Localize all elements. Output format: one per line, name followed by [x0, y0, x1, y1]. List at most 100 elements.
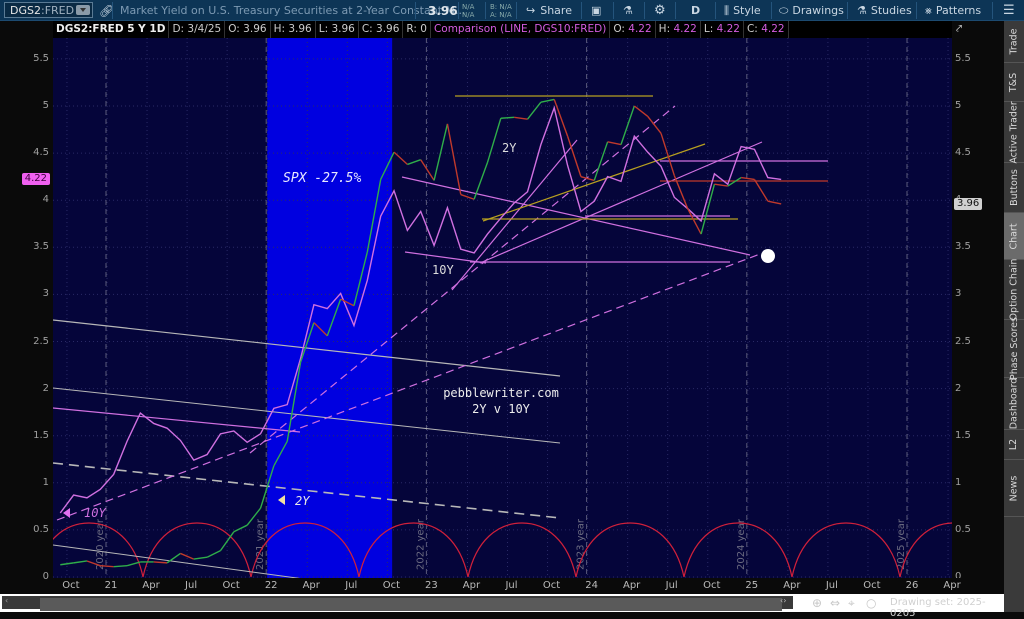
sidebar-tab-active-trader[interactable]: Active Trader: [1004, 100, 1024, 164]
left-axis-tick: 4: [42, 194, 49, 206]
sidebar-tab-chart[interactable]: Chart: [1004, 213, 1024, 260]
chart-background: [53, 38, 952, 578]
sidebar-tab-label: Dashboard: [1008, 377, 1020, 430]
cmp-open: O: 4.22: [610, 21, 656, 38]
right-axis-tick: 3.5: [955, 241, 971, 253]
circle-icon[interactable]: ○: [866, 596, 876, 610]
sidebar-tab-phase-scores[interactable]: Phase Scores: [1004, 317, 1024, 380]
year-label: 2025 year: [896, 518, 907, 570]
last-price-badge: 3.96: [954, 197, 983, 210]
comparison-price-badge: 4.22: [21, 173, 50, 186]
sidebar-tab-label: Active Trader: [1008, 100, 1020, 164]
price-chart[interactable]: 2020 year 2021 year 2022 year 2023 year 2024…: [53, 38, 952, 578]
right-axis-tick: 4.5: [955, 147, 971, 159]
time-axis-tick: Apr: [943, 580, 961, 591]
cmp-low: L: 4.22: [701, 21, 744, 38]
sidebar-tab-label: Option Chain: [1008, 258, 1020, 321]
left-axis-tick: 5.5: [33, 52, 49, 64]
cmp-open-value: 4.22: [628, 23, 652, 35]
left-axis-tick: 5: [42, 100, 49, 111]
drawings-label: Drawings: [792, 4, 844, 17]
menu-icon[interactable]: ☰: [1003, 0, 1015, 21]
right-axis-tick: 5.5: [955, 52, 971, 64]
share-button[interactable]: ↪ Share: [526, 0, 572, 21]
net-change: N/A N/A: [462, 0, 474, 21]
gear-icon[interactable]: ⚙: [654, 0, 666, 21]
subtitle-annotation[interactable]: 2Y v 10Y: [472, 402, 531, 416]
cmp-high-value: 4.22: [673, 23, 697, 35]
scroll-left-icon[interactable]: ‹: [5, 596, 8, 605]
spx-annotation[interactable]: SPX -27.5%: [283, 171, 361, 186]
chart-info-line: DGS2:FRED 5 Y 1D D: 3/4/25 O: 3.96 H: 3.…: [53, 21, 952, 38]
label-10y[interactable]: 10Y: [432, 263, 454, 277]
scroll-right-icon[interactable]: ‹›: [780, 596, 786, 605]
bar-open: O: 3.96: [225, 21, 271, 38]
collapse-icon[interactable]: ⤤: [956, 22, 962, 36]
symbol-selector[interactable]: DGS2:FRED: [4, 2, 93, 18]
right-axis-tick: 5: [955, 100, 962, 111]
bar-high: H: 3.96: [271, 21, 316, 38]
site-annotation[interactable]: pebblewriter.com: [443, 386, 559, 400]
zoom-icon[interactable]: ⊕: [812, 596, 822, 610]
sidebar-tab-l2[interactable]: L2: [1004, 430, 1024, 460]
symbol-text: DGS2: [10, 3, 41, 17]
change-top: N/A: [462, 2, 475, 11]
drawings-button[interactable]: ⬭ Drawings: [779, 0, 844, 21]
left-price-axis[interactable]: 5.5 5 4.5 4 3.5 3 2.5 2 1.5 1 0.5 0 4.22: [0, 38, 53, 582]
aggregation-button[interactable]: D: [691, 0, 700, 21]
sidebar-tab-trade[interactable]: Trade: [1004, 21, 1024, 63]
ellipse-icon: ⬭: [779, 3, 789, 17]
chevron-down-icon[interactable]: [76, 5, 90, 15]
time-axis-tick: 23: [425, 580, 438, 591]
drawing-set-label[interactable]: Drawing set: 2025-0205: [890, 597, 1004, 619]
sidebar-tab-label: Chart: [1008, 222, 1020, 250]
sidebar-tab-t-s[interactable]: T&S: [1004, 63, 1024, 102]
left-axis-tick: 4.5: [33, 147, 49, 159]
bar-date: D: 3/4/25: [169, 21, 226, 38]
time-axis-tick: 25: [745, 580, 759, 591]
label-2y[interactable]: 2Y: [502, 141, 517, 155]
right-axis-tick: 1.5: [955, 429, 971, 441]
sidebar-tab-label: Phase Scores: [1008, 317, 1020, 380]
screen-alert-icon[interactable]: ▣: [591, 0, 601, 21]
cmp-open-label: O:: [613, 23, 625, 35]
cmp-close-value: 4.22: [761, 23, 785, 35]
crosshair-icon[interactable]: ⌖: [848, 596, 855, 611]
dgs2-segment: [113, 564, 128, 568]
time-axis-tick: Jul: [665, 580, 678, 591]
sidebar-tab-option-chain[interactable]: Option Chain: [1004, 258, 1024, 321]
right-axis-tick: 2: [955, 382, 962, 394]
sidebar-tab-buttons[interactable]: Buttons: [1004, 163, 1024, 213]
left-axis-tick: 2: [42, 382, 49, 394]
candle-icon: ⫼: [724, 3, 730, 17]
patterns-icon: ⨳: [925, 3, 932, 17]
cmp-high-label: H:: [658, 23, 671, 35]
style-label: Style: [733, 4, 761, 17]
sidebar-tab-label: Buttons: [1008, 169, 1020, 206]
style-button[interactable]: ⫼ Style: [724, 0, 761, 21]
comparison-label: Comparison (LINE, DGS10:FRED): [431, 21, 611, 38]
top-toolbar: DGS2:FRED 🔗︎ Market Yield on U.S. Treasu…: [0, 0, 1024, 21]
horizontal-scrollbar[interactable]: ‹ ‹›: [2, 596, 793, 611]
sidebar-tab-news[interactable]: News: [1004, 460, 1024, 517]
left-axis-tick: 0: [42, 571, 49, 582]
sidebar-tab-dashboard[interactable]: Dashboard: [1004, 378, 1024, 430]
right-axis-tick: 1: [955, 476, 962, 488]
scrollbar-thumb[interactable]: [40, 598, 782, 611]
studies-button[interactable]: ⚗ Studies: [857, 0, 912, 21]
dgs2-segment: [500, 116, 515, 119]
time-axis[interactable]: Oct 21 Apr Jul Oct 22 Apr Jul Oct 23 Apr Jul Oct 24 Ap…: [53, 578, 1004, 594]
patterns-button[interactable]: ⨳ Patterns: [925, 0, 981, 21]
cmp-close-label: C:: [746, 23, 758, 35]
time-axis-tick: Oct: [222, 580, 240, 591]
time-axis-tick: Jul: [345, 580, 358, 591]
target-dot[interactable]: [761, 249, 775, 263]
flask-icon[interactable]: ⚗: [623, 0, 633, 21]
symbol-period: DGS2:FRED 5 Y 1D: [53, 21, 170, 38]
right-price-axis[interactable]: 5.554.543.532.521.510.503.96: [952, 38, 1004, 582]
year-label: 2023 year: [576, 518, 587, 570]
time-axis-tick: Jul: [505, 580, 518, 591]
pan-icon[interactable]: ⇔: [830, 596, 840, 610]
dgs2-segment: [100, 564, 114, 568]
bar-close: C: 3.96: [359, 21, 404, 38]
